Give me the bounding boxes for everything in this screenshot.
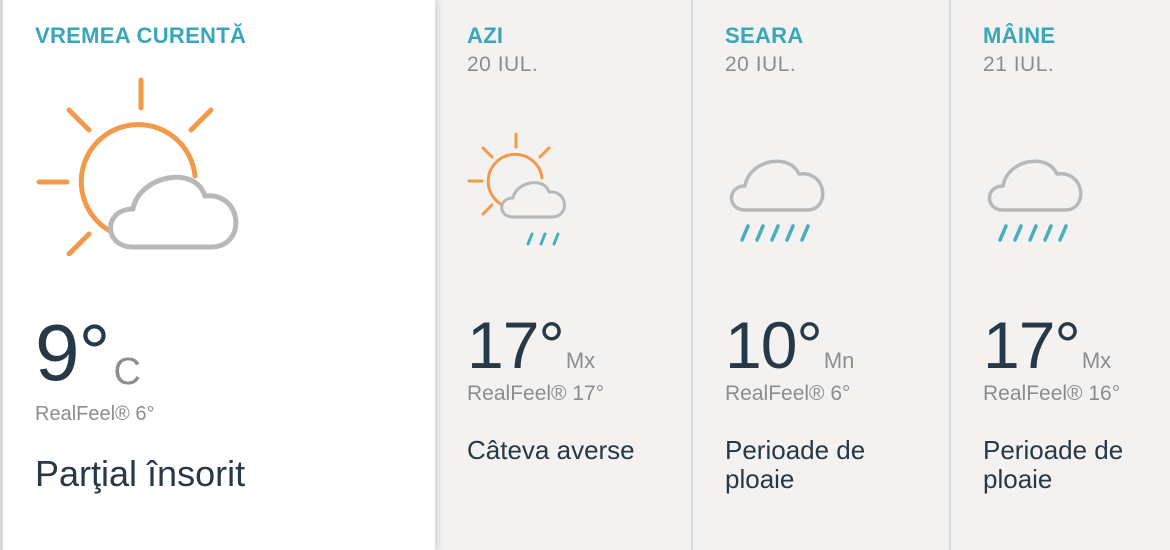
forecast-temperature: 10°Mn xyxy=(725,312,854,378)
partly-sunny-icon xyxy=(35,76,250,256)
forecast-temp-unit: Mx xyxy=(1081,348,1112,373)
forecast-date: 20 IUL. xyxy=(725,53,797,76)
current-temp-unit: C xyxy=(113,351,141,393)
forecast-phrase: Perioade de ploaie xyxy=(983,435,1124,494)
forecast-phrase: Perioade de ploaie xyxy=(725,435,866,494)
forecast-title: MÂINE xyxy=(983,23,1056,48)
forecast-title: AZI xyxy=(467,23,504,48)
current-temp-value: 9° xyxy=(35,308,110,397)
forecast-temperature: 17°Mx xyxy=(467,312,595,378)
current-realfeel: RealFeel® 6° xyxy=(35,403,155,425)
current-temperature: 9° C xyxy=(35,313,141,393)
forecast-phrase: Câteva averse xyxy=(467,435,635,465)
forecast-panel-evening[interactable]: SEARA 20 IUL. 10°Mn RealFeel® 6° Perioad… xyxy=(693,0,951,550)
forecast-temp-value: 10° xyxy=(725,308,823,382)
weather-strip: VREMEA CURENTĂ 9° C RealFeel® 6° Parţial … xyxy=(0,0,1170,550)
forecast-realfeel: RealFeel® 6° xyxy=(725,382,851,405)
forecast-panel-tomorrow[interactable]: MÂINE 21 IUL. 17°Mx RealFeel® 16° Perioa… xyxy=(951,0,1170,550)
forecast-temp-value: 17° xyxy=(467,308,565,382)
forecast-temperature: 17°Mx xyxy=(983,312,1111,378)
forecast-realfeel: RealFeel® 17° xyxy=(467,382,605,405)
forecast-panel-today[interactable]: AZI 20 IUL. 17°Mx RealFeel® 17° Câteva a… xyxy=(435,0,693,550)
current-title: VREMEA CURENTĂ xyxy=(35,23,247,48)
forecast-title: SEARA xyxy=(725,23,804,48)
sun-cloud-rain-icon xyxy=(465,130,590,250)
current-phrase: Parţial însorit xyxy=(35,453,246,494)
current-conditions-panel[interactable]: VREMEA CURENTĂ 9° C RealFeel® 6° Parţial … xyxy=(0,0,435,550)
forecast-temp-unit: Mx xyxy=(565,348,596,373)
forecast-date: 21 IUL. xyxy=(983,53,1055,76)
forecast-temp-value: 17° xyxy=(983,308,1081,382)
forecast-temp-unit: Mn xyxy=(823,348,855,373)
forecast-date: 20 IUL. xyxy=(467,53,539,76)
cloud-rain-icon xyxy=(981,148,1096,253)
forecast-realfeel: RealFeel® 16° xyxy=(983,382,1121,405)
cloud-rain-icon xyxy=(723,148,838,253)
